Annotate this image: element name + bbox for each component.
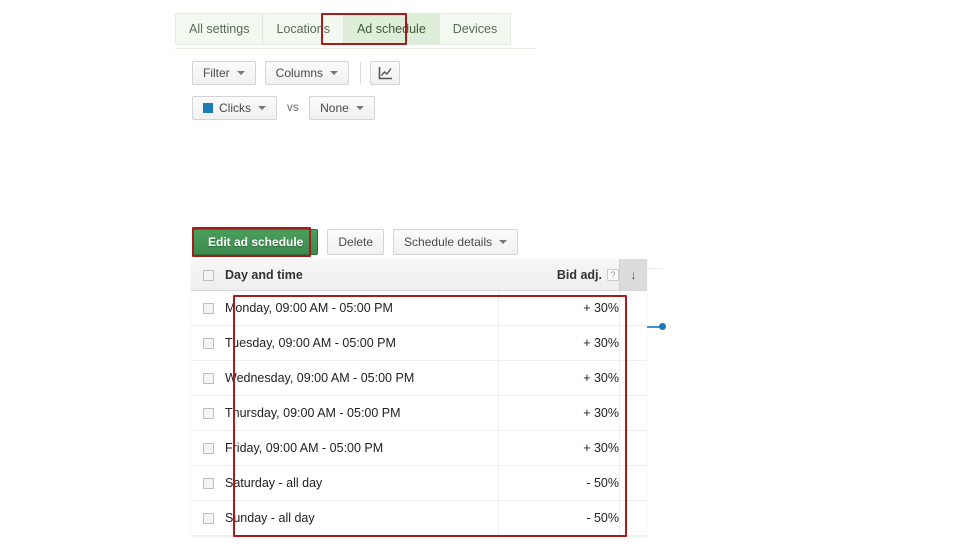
download-arrow-icon[interactable]: ↓ xyxy=(631,268,637,282)
day-and-time-cell: Monday, 09:00 AM - 05:00 PM xyxy=(225,301,393,315)
bid-adjustment-cell[interactable]: + 30% xyxy=(498,430,620,466)
bid-adjustment-cell[interactable]: + 30% xyxy=(498,360,620,396)
bid-adjustment-cell[interactable]: - 50% xyxy=(498,465,620,501)
table-header-row: Day and time Bid adj.? ↓ xyxy=(191,259,647,291)
chevron-down-icon xyxy=(330,71,339,75)
tab-locations[interactable]: Locations xyxy=(263,14,344,44)
data-point[interactable] xyxy=(658,323,666,330)
row-spacer-cell xyxy=(619,395,647,431)
row-checkbox[interactable] xyxy=(202,408,214,420)
table-row[interactable]: Tuesday, 09:00 AM - 05:00 PM + 30% xyxy=(191,325,647,361)
columns-label: Columns xyxy=(275,66,324,80)
edit-ad-schedule-label: Edit ad schedule xyxy=(208,235,304,249)
settings-tab-bar: All settings Locations Ad schedule Devic… xyxy=(175,13,512,45)
row-spacer-cell xyxy=(619,360,647,396)
tab-bar-divider xyxy=(175,48,535,49)
metric-clicks-button[interactable]: Clicks xyxy=(192,96,277,120)
schedule-details-label: Schedule details xyxy=(404,235,493,249)
row-checkbox[interactable] xyxy=(202,513,214,525)
row-spacer-cell xyxy=(619,325,647,361)
row-spacer-cell xyxy=(619,500,647,536)
day-and-time-header[interactable]: Day and time xyxy=(225,259,499,291)
row-checkbox[interactable] xyxy=(202,338,214,350)
ad-schedule-table: Day and time Bid adj.? ↓ Monday, 09:00 A… xyxy=(191,259,647,536)
metric-label: Clicks xyxy=(219,101,251,115)
bid-adjustment-cell[interactable]: + 30% xyxy=(498,395,620,431)
row-select-cell xyxy=(191,431,225,466)
schedule-details-button[interactable]: Schedule details xyxy=(393,229,519,255)
bid-adjustment-cell[interactable]: + 30% xyxy=(498,325,620,361)
tab-ad-schedule[interactable]: Ad schedule xyxy=(343,14,440,44)
day-and-time-label: Day and time xyxy=(225,267,303,282)
select-all-header xyxy=(191,259,225,291)
day-and-time-cell: Wednesday, 09:00 AM - 05:00 PM xyxy=(225,371,415,385)
day-and-time-cell: Tuesday, 09:00 AM - 05:00 PM xyxy=(225,336,396,350)
tab-label: All settings xyxy=(189,22,250,36)
row-checkbox[interactable] xyxy=(202,373,214,385)
chevron-down-icon xyxy=(236,71,245,75)
row-select-cell xyxy=(191,291,225,326)
tab-devices[interactable]: Devices xyxy=(439,14,511,44)
row-checkbox[interactable] xyxy=(202,478,214,490)
delete-label: Delete xyxy=(338,235,374,249)
chevron-down-icon xyxy=(258,106,266,110)
clicks-line-chart: 1 0 Feb 1, 2013 xyxy=(228,128,668,343)
tab-label: Locations xyxy=(276,22,330,36)
schedule-action-bar: Edit ad schedule Delete Schedule details xyxy=(193,229,527,255)
table-row[interactable]: Sunday - all day - 50% xyxy=(191,500,647,536)
day-and-time-cell: Thursday, 09:00 AM - 05:00 PM xyxy=(225,406,401,420)
bid-adj-label: Bid adj. xyxy=(556,267,602,282)
bid-adjustment-cell[interactable]: - 50% xyxy=(498,500,620,536)
line-chart-icon xyxy=(378,67,392,80)
day-and-time-cell: Friday, 09:00 AM - 05:00 PM xyxy=(225,441,384,455)
row-select-cell xyxy=(191,466,225,501)
chevron-down-icon xyxy=(355,106,364,110)
day-and-time-cell: Saturday - all day xyxy=(225,476,323,490)
table-body: Monday, 09:00 AM - 05:00 PM + 30% Tuesday,… xyxy=(191,290,647,536)
row-spacer-cell xyxy=(619,465,647,501)
columns-button[interactable]: Columns xyxy=(264,61,350,85)
tab-all-settings[interactable]: All settings xyxy=(176,14,264,44)
compare-label: None xyxy=(320,101,349,115)
row-select-cell xyxy=(191,326,225,361)
table-row[interactable]: Wednesday, 09:00 AM - 05:00 PM + 30% xyxy=(191,360,647,396)
table-row[interactable]: Friday, 09:00 AM - 05:00 PM + 30% xyxy=(191,430,647,466)
delete-button[interactable]: Delete xyxy=(327,229,385,255)
table-row[interactable]: Monday, 09:00 AM - 05:00 PM + 30% xyxy=(191,290,647,326)
row-spacer-cell xyxy=(619,430,647,466)
row-checkbox[interactable] xyxy=(202,443,214,455)
select-all-checkbox[interactable] xyxy=(202,269,214,281)
row-select-cell xyxy=(191,501,225,536)
bid-adjustment-header[interactable]: Bid adj.? xyxy=(498,259,620,291)
edit-ad-schedule-button[interactable]: Edit ad schedule xyxy=(193,229,319,255)
table-row[interactable]: Saturday - all day - 50% xyxy=(191,465,647,501)
metric-selector-row: Clicks vs None xyxy=(192,96,375,120)
tab-label: Ad schedule xyxy=(356,22,426,36)
row-spacer-cell xyxy=(619,290,647,326)
chevron-down-icon xyxy=(499,240,508,244)
row-checkbox[interactable] xyxy=(202,303,214,315)
metric-color-swatch xyxy=(203,103,213,113)
bid-adjustment-cell[interactable]: + 30% xyxy=(498,290,620,326)
download-header[interactable]: ↓ xyxy=(619,259,647,291)
vs-label: vs xyxy=(287,102,300,114)
filter-button[interactable]: Filter xyxy=(192,61,256,85)
table-row[interactable]: Thursday, 09:00 AM - 05:00 PM + 30% xyxy=(191,395,647,431)
report-toolbar: Filter Columns xyxy=(192,61,409,85)
row-select-cell xyxy=(191,396,225,431)
help-question-icon[interactable]: ? xyxy=(607,269,619,282)
tab-label: Devices xyxy=(452,22,498,36)
filter-label: Filter xyxy=(203,66,230,80)
row-select-cell xyxy=(191,361,225,396)
toggle-chart-button[interactable] xyxy=(370,61,401,85)
compare-metric-button[interactable]: None xyxy=(309,96,375,120)
day-and-time-cell: Sunday - all day xyxy=(225,511,315,525)
table-header: Day and time Bid adj.? ↓ xyxy=(191,259,647,291)
toolbar-divider xyxy=(360,62,362,84)
